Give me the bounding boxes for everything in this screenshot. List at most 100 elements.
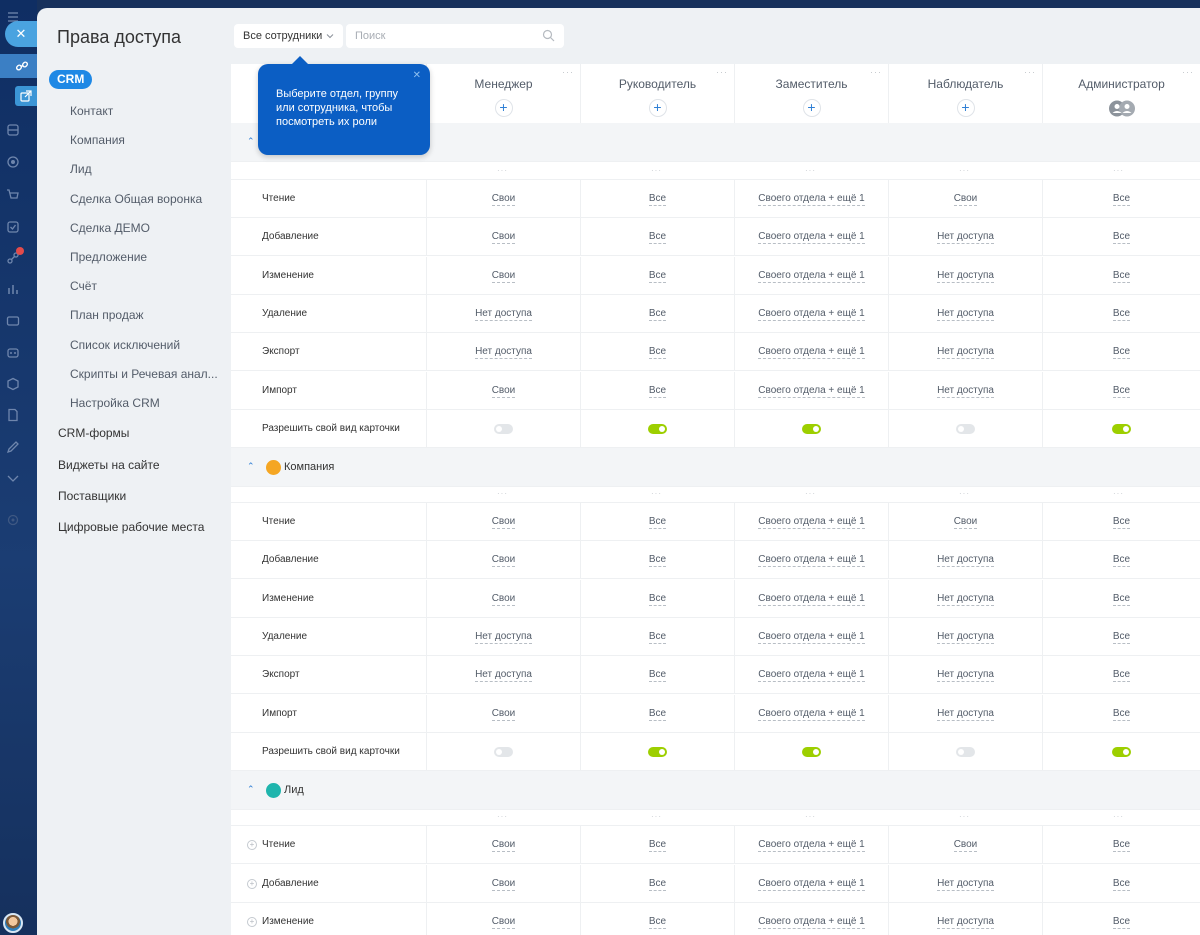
cell-menu-icon[interactable]: ···: [888, 166, 1041, 175]
analytics-icon[interactable]: [6, 282, 20, 296]
open-new-window-button[interactable]: [15, 86, 37, 106]
copy-link-button[interactable]: [0, 54, 37, 78]
settings-icon[interactable]: [6, 513, 20, 527]
cell-menu-icon[interactable]: ···: [580, 812, 733, 821]
permission-value[interactable]: Своего отдела + ещё 1: [758, 385, 865, 398]
card-view-toggle[interactable]: [956, 746, 975, 757]
permission-value[interactable]: Все: [648, 708, 667, 721]
chevron-down-icon[interactable]: [6, 471, 20, 485]
role-name[interactable]: Наблюдатель: [889, 77, 1042, 91]
role-name[interactable]: Администратор: [1043, 77, 1200, 91]
permission-value[interactable]: Все: [1112, 231, 1131, 245]
permission-value[interactable]: Нет доступа: [937, 346, 994, 360]
sidebar-item-invoice[interactable]: Счёт: [70, 279, 97, 293]
chevron-up-icon[interactable]: ⌃: [247, 784, 255, 795]
cell-menu-icon[interactable]: ···: [426, 166, 579, 175]
permission-value[interactable]: Нет доступа: [937, 631, 994, 644]
target-icon[interactable]: [6, 155, 20, 169]
card-view-toggle[interactable]: [802, 746, 821, 757]
cell-menu-icon[interactable]: ···: [426, 489, 579, 498]
employee-filter-dropdown[interactable]: Все сотрудники: [234, 24, 344, 48]
entity-section-header[interactable]: ⌃ Лид: [231, 771, 1200, 811]
expand-icon[interactable]: +: [247, 916, 257, 927]
permission-value[interactable]: Все: [1112, 669, 1131, 683]
permission-value[interactable]: Свои: [491, 231, 516, 245]
card-view-toggle[interactable]: [1112, 746, 1131, 757]
sidebar-item-deal-demo[interactable]: Сделка ДЕМО: [70, 221, 150, 235]
permission-value[interactable]: Своего отдела + ещё 1: [758, 631, 865, 644]
expand-icon[interactable]: +: [247, 878, 257, 889]
permission-value[interactable]: Свои: [491, 270, 516, 283]
permission-value[interactable]: Все: [648, 593, 667, 606]
role-name[interactable]: Менеджер: [427, 77, 580, 91]
permission-value[interactable]: Все: [648, 193, 667, 206]
card-view-toggle[interactable]: [802, 423, 821, 434]
cell-menu-icon[interactable]: ···: [734, 812, 887, 821]
permission-value[interactable]: Свои: [491, 708, 516, 721]
permission-value[interactable]: Нет доступа: [937, 916, 994, 929]
card-view-toggle[interactable]: [648, 423, 667, 434]
permission-value[interactable]: Все: [648, 516, 667, 530]
permission-value[interactable]: Своего отдела + ещё 1: [758, 308, 865, 321]
add-member-button[interactable]: +: [648, 99, 667, 117]
permission-value[interactable]: Своего отдела + ещё 1: [758, 346, 865, 360]
permission-value[interactable]: Свои: [491, 516, 516, 530]
sidebar-item-company[interactable]: Компания: [70, 133, 125, 147]
sites-icon[interactable]: [6, 314, 20, 328]
sidebar-item-widgets[interactable]: Виджеты на сайте: [58, 458, 160, 472]
permission-value[interactable]: Своего отдела + ещё 1: [758, 593, 865, 606]
permission-value[interactable]: Все: [1112, 308, 1131, 321]
permission-value[interactable]: Все: [1112, 346, 1131, 360]
cell-menu-icon[interactable]: ···: [580, 489, 733, 498]
permission-value[interactable]: Все: [648, 385, 667, 398]
close-icon[interactable]: ✕: [413, 69, 421, 83]
permission-value[interactable]: Все: [648, 554, 667, 568]
sidebar-item-contact[interactable]: Контакт: [70, 104, 113, 118]
permission-value[interactable]: Своего отдела + ещё 1: [758, 916, 865, 929]
card-view-toggle[interactable]: [956, 423, 975, 434]
permission-value[interactable]: Свои: [491, 193, 516, 206]
tasks-icon[interactable]: [6, 220, 20, 234]
permission-value[interactable]: Своего отдела + ещё 1: [758, 193, 865, 206]
permission-value[interactable]: Все: [1112, 593, 1131, 606]
permission-value[interactable]: Свои: [491, 593, 516, 606]
card-view-toggle[interactable]: [1112, 423, 1131, 434]
permission-value[interactable]: Нет доступа: [937, 878, 994, 891]
pen-icon[interactable]: [6, 440, 20, 454]
permission-value[interactable]: Своего отдела + ещё 1: [758, 669, 865, 683]
permission-value[interactable]: Все: [648, 270, 667, 283]
cell-menu-icon[interactable]: ···: [426, 812, 579, 821]
permission-value[interactable]: Все: [648, 669, 667, 683]
permission-value[interactable]: Свои: [491, 385, 516, 398]
permission-value[interactable]: Все: [648, 878, 667, 891]
cell-menu-icon[interactable]: ···: [888, 489, 1041, 498]
document-icon[interactable]: [6, 408, 20, 422]
permission-value[interactable]: Нет доступа: [937, 708, 994, 721]
permission-value[interactable]: Нет доступа: [937, 231, 994, 245]
card-view-toggle[interactable]: [494, 746, 513, 757]
permission-value[interactable]: Своего отдела + ещё 1: [758, 878, 865, 891]
sidebar-item-sales-plan[interactable]: План продаж: [70, 308, 144, 322]
chevron-up-icon[interactable]: ⌃: [247, 461, 255, 472]
permission-value[interactable]: Свои: [491, 916, 516, 929]
permission-value[interactable]: Все: [1112, 708, 1131, 721]
cell-menu-icon[interactable]: ···: [580, 166, 733, 175]
permission-value[interactable]: Нет доступа: [475, 308, 532, 321]
storage-icon[interactable]: [6, 123, 20, 137]
permission-value[interactable]: Все: [648, 839, 667, 853]
permission-value[interactable]: Все: [648, 346, 667, 360]
column-menu-icon[interactable]: ···: [870, 67, 882, 77]
permission-value[interactable]: Нет доступа: [937, 308, 994, 321]
cell-menu-icon[interactable]: ···: [1042, 489, 1195, 498]
add-member-button[interactable]: +: [494, 99, 513, 117]
permission-value[interactable]: Своего отдела + ещё 1: [758, 231, 865, 245]
cart-icon[interactable]: [6, 188, 20, 202]
card-view-toggle[interactable]: [494, 423, 513, 434]
permission-value[interactable]: Все: [1112, 631, 1131, 644]
card-view-toggle[interactable]: [648, 746, 667, 757]
permission-value[interactable]: Нет доступа: [937, 669, 994, 683]
permission-value[interactable]: Своего отдела + ещё 1: [758, 839, 865, 853]
column-menu-icon[interactable]: ···: [562, 67, 574, 77]
column-menu-icon[interactable]: ···: [716, 67, 728, 77]
permission-value[interactable]: Свои: [953, 193, 978, 206]
